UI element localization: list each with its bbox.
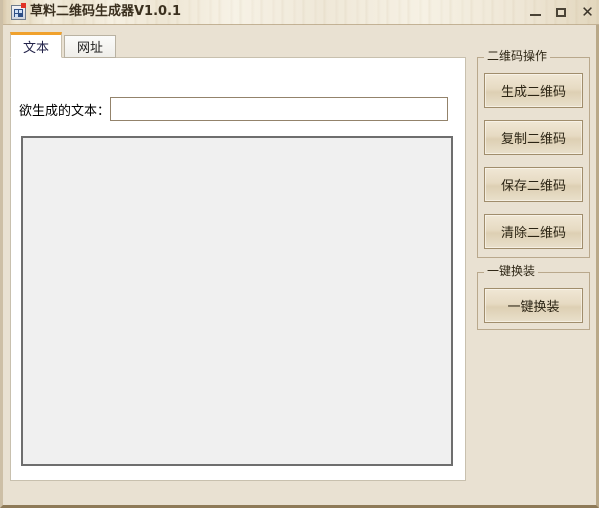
one-click-skin-label: 一键换装: [507, 300, 560, 315]
copy-qrcode-button[interactable]: 复制二维码: [484, 120, 583, 155]
generate-qrcode-button[interactable]: 生成二维码: [484, 73, 583, 108]
close-icon[interactable]: ✕: [581, 5, 594, 20]
clear-qrcode-button[interactable]: 清除二维码: [484, 214, 583, 249]
copy-qrcode-label: 复制二维码: [500, 132, 566, 147]
window-title: 草料二维码生成器V1.0.1: [30, 4, 182, 19]
app-icon-glyph: [14, 9, 23, 17]
group-qrcode-operations-title: 二维码操作: [484, 49, 551, 63]
maximize-icon[interactable]: [555, 6, 568, 19]
tab-text[interactable]: 文本: [10, 32, 63, 58]
save-qrcode-label: 保存二维码: [500, 179, 566, 194]
app-window: 草料二维码生成器V1.0.1 ✕ 文本 网址 欲生成的文本： 二维码操作 生成二…: [0, 0, 599, 508]
group-one-click-skin-title: 一键换装: [484, 264, 539, 278]
tab-url-label: 网址: [77, 41, 104, 56]
tab-strip: 文本 网址: [10, 32, 117, 58]
generate-qrcode-label: 生成二维码: [500, 85, 566, 100]
save-qrcode-button[interactable]: 保存二维码: [484, 167, 583, 202]
title-bar: 草料二维码生成器V1.0.1 ✕: [3, 0, 599, 25]
tab-panel-text: 欲生成的文本：: [10, 57, 466, 481]
window-controls: ✕: [529, 0, 594, 25]
tab-url[interactable]: 网址: [64, 35, 117, 58]
tab-text-label: 文本: [23, 40, 50, 56]
app-icon-badge-dot: [21, 3, 26, 8]
text-input-label: 欲生成的文本：: [19, 103, 111, 119]
tab-control: 文本 网址 欲生成的文本：: [10, 32, 466, 481]
minimize-icon[interactable]: [529, 6, 542, 19]
clear-qrcode-label: 清除二维码: [500, 226, 566, 241]
text-input[interactable]: [110, 97, 449, 121]
text-input-row: 欲生成的文本：: [19, 96, 459, 122]
one-click-skin-button[interactable]: 一键换装: [484, 288, 583, 323]
qrcode-preview-area[interactable]: [21, 136, 453, 466]
